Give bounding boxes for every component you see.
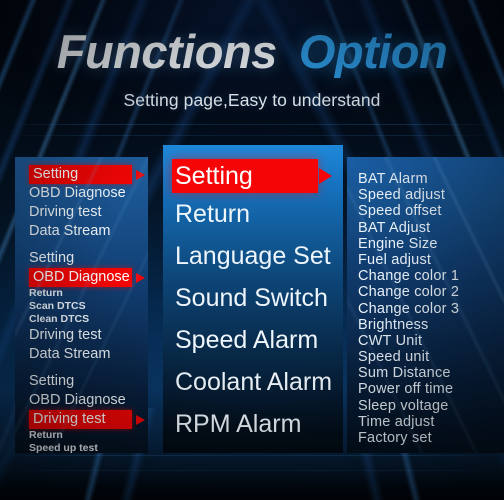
right-menu-panel: BAT Alarm Speed adjust Speed offset BAT …	[347, 157, 504, 453]
left-item-setting-highlighted[interactable]: Setting	[29, 165, 145, 184]
right-item-speed-unit[interactable]: Speed unit	[358, 349, 504, 365]
left-subitem-scan-dtcs[interactable]: Scan DTCS	[15, 300, 148, 313]
right-item-bat-adjust[interactable]: BAT Adjust	[358, 220, 504, 236]
right-item-sum-distance[interactable]: Sum Distance	[358, 365, 504, 381]
center-item-return[interactable]: Return	[163, 193, 343, 235]
right-item-change-color-3[interactable]: Change color 3	[358, 301, 504, 317]
page-title-option: Option	[298, 25, 448, 78]
left-item-driving-test[interactable]: Driving test	[15, 326, 148, 345]
left-menu-group: Setting OBD Diagnose Driving test Return…	[15, 372, 148, 453]
selection-arrow-icon	[136, 169, 145, 180]
center-item-sound-switch[interactable]: Sound Switch	[163, 277, 343, 319]
left-subitem-speed-up-test[interactable]: Speed up test	[15, 442, 148, 453]
product-feature-graphic: Functions Option Setting page,Easy to un…	[0, 0, 504, 500]
right-item-sleep-voltage[interactable]: Sleep voltage	[358, 398, 504, 414]
center-item-setting-highlighted[interactable]: Setting	[172, 159, 332, 193]
left-subitem-clean-dtcs[interactable]: Clean DTCS	[15, 313, 148, 326]
page-title: Functions Option	[56, 25, 448, 78]
right-item-power-off-time[interactable]: Power off time	[358, 381, 504, 397]
left-item-driving-test-highlighted[interactable]: Driving test	[29, 410, 145, 429]
center-menu-list: Setting Return Language Set Sound Switch…	[163, 145, 343, 445]
center-item-coolant-alarm[interactable]: Coolant Alarm	[163, 361, 343, 403]
right-item-speed-offset[interactable]: Speed offset	[358, 203, 504, 219]
background-horizon-line	[0, 455, 504, 456]
right-item-factory-set[interactable]: Factory set	[358, 430, 504, 446]
page-header: Functions Option Setting page,Easy to un…	[0, 0, 504, 140]
page-subtitle: Setting page,Easy to understand	[123, 90, 381, 110]
right-item-engine-size[interactable]: Engine Size	[358, 236, 504, 252]
right-item-speed-adjust[interactable]: Speed adjust	[358, 187, 504, 203]
left-subitem-return[interactable]: Return	[15, 429, 148, 442]
page-title-functions: Functions	[56, 25, 278, 78]
left-item-label: Setting	[33, 166, 79, 182]
left-menu-list: Setting OBD Diagnose Driving test Data S…	[15, 157, 148, 453]
center-item-label: Setting	[175, 162, 253, 190]
left-item-obd-diagnose[interactable]: OBD Diagnose	[15, 184, 148, 203]
right-item-cwt-unit[interactable]: CWT Unit	[358, 333, 504, 349]
right-item-brightness[interactable]: Brightness	[358, 317, 504, 333]
left-item-driving-test[interactable]: Driving test	[15, 203, 148, 222]
left-item-data-stream[interactable]: Data Stream	[15, 345, 148, 364]
background-horizon-line	[0, 470, 504, 471]
right-item-bat-alarm[interactable]: BAT Alarm	[358, 171, 504, 187]
center-item-speed-alarm[interactable]: Speed Alarm	[163, 319, 343, 361]
left-item-data-stream[interactable]: Data Stream	[15, 222, 148, 241]
center-item-rpm-alarm[interactable]: RPM Alarm	[163, 403, 343, 445]
left-item-label: OBD Diagnose	[33, 269, 130, 285]
selection-arrow-icon	[136, 414, 145, 425]
selection-arrow-icon	[319, 168, 332, 184]
left-menu-group: Setting OBD Diagnose Return Scan DTCS Cl…	[15, 249, 148, 364]
left-menu-panel: Setting OBD Diagnose Driving test Data S…	[15, 157, 148, 453]
right-item-change-color-1[interactable]: Change color 1	[358, 268, 504, 284]
right-menu-list: BAT Alarm Speed adjust Speed offset BAT …	[347, 157, 504, 446]
selection-arrow-icon	[136, 272, 145, 283]
left-item-label: Driving test	[33, 411, 106, 427]
center-menu-panel: Setting Return Language Set Sound Switch…	[163, 145, 343, 453]
left-subitem-return[interactable]: Return	[15, 287, 148, 300]
left-item-obd-diagnose-highlighted[interactable]: OBD Diagnose	[29, 268, 145, 287]
left-item-obd-diagnose[interactable]: OBD Diagnose	[15, 391, 148, 410]
right-item-fuel-adjust[interactable]: Fuel adjust	[358, 252, 504, 268]
right-item-time-adjust[interactable]: Time adjust	[358, 414, 504, 430]
left-item-setting[interactable]: Setting	[15, 249, 148, 268]
left-menu-group: Setting OBD Diagnose Driving test Data S…	[15, 165, 148, 241]
left-item-setting[interactable]: Setting	[15, 372, 148, 391]
center-item-language-set[interactable]: Language Set	[163, 235, 343, 277]
right-item-change-color-2[interactable]: Change color 2	[358, 284, 504, 300]
